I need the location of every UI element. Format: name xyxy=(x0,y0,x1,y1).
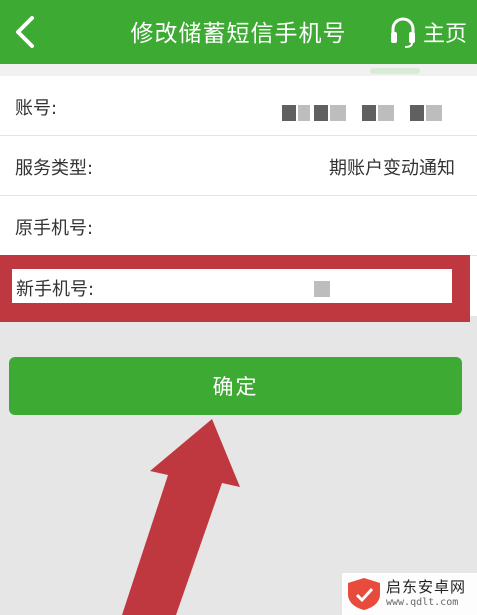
service-type-row: 服务类型: 期账户变动通知 xyxy=(0,136,477,196)
account-label: 账号: xyxy=(15,98,58,119)
account-row: 账号: xyxy=(0,76,477,136)
home-button[interactable]: 主页 xyxy=(389,12,467,52)
top-strip xyxy=(0,64,477,76)
confirm-button[interactable]: 确定 xyxy=(9,357,462,415)
pointer-arrow-icon xyxy=(122,419,240,615)
new-phone-label: 新手机号: xyxy=(16,279,95,300)
home-label: 主页 xyxy=(422,22,467,47)
shield-logo-icon xyxy=(348,578,380,610)
service-type-value: 期账户变动通知 xyxy=(329,158,455,179)
new-phone-field[interactable]: 新手机号: xyxy=(12,269,452,303)
service-type-label: 服务类型: xyxy=(15,158,94,179)
old-phone-label: 原手机号: xyxy=(15,218,94,239)
watermark-name: 启东安卓网 xyxy=(386,578,467,596)
watermark-url: www.qdlt.com xyxy=(386,597,459,608)
headset-icon xyxy=(390,17,415,48)
new-phone-highlight: 新手机号: xyxy=(0,255,470,322)
watermark: 启东安卓网 www.qdlt.com xyxy=(342,573,477,615)
old-phone-row: 原手机号: xyxy=(0,196,477,256)
input-cursor xyxy=(314,281,330,297)
app-header: 修改储蓄短信手机号 主页 xyxy=(0,0,477,64)
